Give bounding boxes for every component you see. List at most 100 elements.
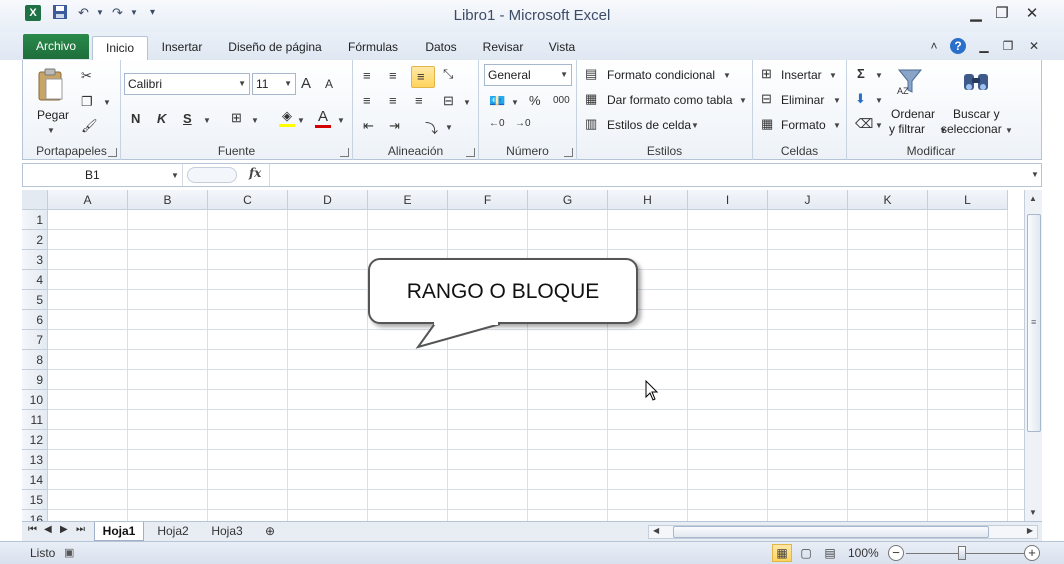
tab-formulas[interactable]: Fórmulas [340,36,406,60]
column-header-g[interactable]: G [528,190,608,210]
row-header-9[interactable]: 9 [22,370,48,390]
column-header-a[interactable]: A [48,190,128,210]
align-right-icon[interactable]: ≡ [415,93,423,108]
row-header-4[interactable]: 4 [22,270,48,290]
cell-styles-button[interactable]: Estilos de celda [607,118,691,132]
borders-icon[interactable]: ⊞ [231,110,242,126]
insert-cells-icon[interactable]: ⊞ [761,66,772,82]
vertical-scrollbar[interactable]: ▲ ≡ ▼ [1024,190,1042,522]
underline-dropdown-icon[interactable]: ▼ [203,116,211,125]
scroll-up-icon[interactable]: ▲ [1029,194,1037,203]
orientation-icon[interactable]: ⤡ [443,66,453,82]
column-header-j[interactable]: J [768,190,848,210]
font-size-dropdown-icon[interactable]: ▼ [284,74,292,94]
font-name-combo[interactable]: Calibri ▼ [124,73,250,95]
format-painter-icon[interactable]: 🖌 [81,118,98,134]
sort-filter-icon[interactable]: AZ [895,66,925,98]
find-select-label-2[interactable]: seleccionar [941,122,1002,136]
column-header-d[interactable]: D [288,190,368,210]
wrap-dropdown-icon[interactable]: ▼ [445,123,453,132]
column-header-k[interactable]: K [848,190,928,210]
next-sheet-icon[interactable]: ▶ [60,524,68,535]
format-cells-icon[interactable]: ▦ [761,116,773,132]
scroll-right-icon[interactable]: ▶ [1027,526,1033,535]
first-sheet-icon[interactable]: ⏮ [28,524,37,535]
shrink-font-icon[interactable]: A [325,77,333,91]
column-header-f[interactable]: F [448,190,528,210]
delete-cells-icon[interactable]: ⊟ [761,91,772,107]
formula-bar-resize-handle[interactable] [187,167,237,183]
row-header-15[interactable]: 15 [22,490,48,510]
format-as-table-dropdown-icon[interactable]: ▼ [739,96,747,105]
tab-insert[interactable]: Insertar [154,36,210,60]
sheet-tab-hoja3[interactable]: Hoja3 [202,522,252,541]
tab-data[interactable]: Datos [418,36,464,60]
doc-close-icon[interactable]: ✕ [1026,38,1042,54]
number-format-dropdown-icon[interactable]: ▼ [560,65,568,85]
sort-filter-label-1[interactable]: Ordenar [891,107,935,121]
align-bottom-button[interactable]: ≡ [411,66,435,88]
row-header-3[interactable]: 3 [22,250,48,270]
cell-styles-icon[interactable]: ▥ [585,116,597,132]
conditional-format-button[interactable]: Formato condicional [607,68,715,82]
delete-cells-button[interactable]: Eliminar [781,93,824,107]
grow-font-icon[interactable]: A [301,75,311,92]
tab-home[interactable]: Inicio [92,36,148,60]
autosum-dropdown-icon[interactable]: ▼ [875,71,883,80]
paste-dropdown-icon[interactable]: ▼ [47,126,55,135]
font-launcher-icon[interactable] [340,148,349,157]
format-as-table-button[interactable]: Dar formato como tabla [607,93,732,107]
sheet-tab-hoja1[interactable]: Hoja1 [94,522,144,541]
name-box-dropdown-icon[interactable]: ▼ [171,171,179,180]
expand-formula-bar-icon[interactable]: ▼ [1031,170,1039,179]
increase-decimal-icon[interactable]: ←0 [489,118,505,129]
copy-dropdown-icon[interactable]: ▼ [103,98,111,107]
conditional-format-icon[interactable]: ▤ [585,66,597,82]
clipboard-launcher-icon[interactable] [108,148,117,157]
name-box[interactable]: B1 [23,164,183,186]
autosum-icon[interactable]: Σ [857,66,865,81]
zoom-level[interactable]: 100% [848,546,879,560]
font-color-icon[interactable]: A [315,108,331,128]
row-header-14[interactable]: 14 [22,470,48,490]
currency-icon[interactable]: 💶 [489,93,505,109]
copy-icon[interactable]: ❐ [81,94,93,110]
cut-icon[interactable]: ✂ [81,68,92,84]
row-header-10[interactable]: 10 [22,390,48,410]
format-cells-button[interactable]: Formato [781,118,826,132]
prev-sheet-icon[interactable]: ◀ [44,524,52,535]
row-header-12[interactable]: 12 [22,430,48,450]
percent-button[interactable]: % [529,93,541,108]
row-header-13[interactable]: 13 [22,450,48,470]
align-middle-icon[interactable]: ≡ [389,68,397,83]
restore-button[interactable]: ❐ [990,3,1014,25]
format-dropdown-icon[interactable]: ▼ [833,121,841,130]
find-select-dropdown-icon[interactable]: ▼ [1005,126,1013,135]
font-name-dropdown-icon[interactable]: ▼ [238,74,246,94]
borders-dropdown-icon[interactable]: ▼ [251,116,259,125]
tab-file[interactable]: Archivo [23,34,89,59]
merge-dropdown-icon[interactable]: ▼ [463,98,471,107]
horizontal-scrollbar[interactable]: ◀ ▶ [648,525,1038,539]
callout-shape[interactable]: RANGO O BLOQUE [368,258,638,324]
fill-color-icon[interactable]: ◈ [279,108,295,127]
page-break-view-button[interactable]: ▤ [820,544,840,562]
align-center-icon[interactable]: ≡ [389,93,397,108]
tab-review[interactable]: Revisar [476,36,530,60]
sheet-tab-hoja2[interactable]: Hoja2 [148,522,198,541]
clear-dropdown-icon[interactable]: ▼ [875,121,883,130]
alignment-launcher-icon[interactable] [466,148,475,157]
vertical-scroll-thumb[interactable]: ≡ [1027,214,1041,432]
row-header-7[interactable]: 7 [22,330,48,350]
column-header-c[interactable]: C [208,190,288,210]
row-header-2[interactable]: 2 [22,230,48,250]
italic-button[interactable]: K [157,111,166,126]
minimize-button[interactable]: ▁ [964,3,988,25]
zoom-slider-track[interactable] [906,553,1026,554]
find-select-icon[interactable] [961,68,991,98]
increase-indent-icon[interactable]: ⇥ [389,118,400,134]
tab-page-layout[interactable]: Diseño de página [222,36,328,60]
column-header-h[interactable]: H [608,190,688,210]
cell-styles-dropdown-icon[interactable]: ▼ [691,121,699,130]
column-header-b[interactable]: B [128,190,208,210]
